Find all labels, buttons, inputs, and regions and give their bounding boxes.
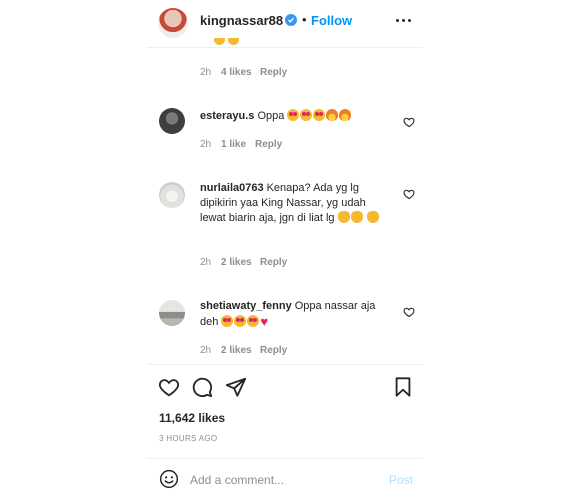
post-panel: kingnassar88 • Follow 2h 4 likes Reply e…: [147, 0, 423, 500]
divider: [147, 364, 423, 365]
clapping-hands-emoji-icon: [366, 211, 379, 223]
post-header: kingnassar88 • Follow: [147, 0, 423, 48]
heart-outline-icon[interactable]: [158, 376, 180, 398]
comment-likes[interactable]: 2 likes: [221, 345, 252, 356]
like-comment-heart-icon[interactable]: [403, 306, 415, 318]
clapping-hands-emoji-icon: [337, 211, 350, 223]
comment-time: 2h: [200, 345, 212, 356]
comment-body: shetiawaty_fenny Oppa nassar aja deh ♥: [200, 299, 390, 330]
reply-button[interactable]: Reply: [260, 257, 287, 268]
more-options-icon[interactable]: [395, 14, 413, 28]
comment-time: 2h: [200, 139, 212, 150]
comment-body: esterayu.s Oppa: [200, 109, 390, 124]
post-action-bar: [147, 376, 423, 400]
heart-eyes-emoji-icon: [313, 109, 326, 121]
follow-button[interactable]: Follow: [311, 13, 352, 28]
clapping-hands-emoji-icon: [350, 211, 363, 223]
reply-button[interactable]: Reply: [260, 345, 287, 356]
post-like-count[interactable]: 11,642 likes: [159, 411, 225, 425]
reply-button[interactable]: Reply: [255, 139, 282, 150]
emoji-icon: [228, 38, 239, 45]
post-timestamp[interactable]: 3 HOURS AGO: [159, 434, 217, 443]
bookmark-icon[interactable]: [392, 376, 414, 398]
comment-likes[interactable]: 2 likes: [221, 257, 252, 268]
heart-eyes-emoji-icon: [247, 315, 260, 327]
previous-comment-tail: [200, 38, 260, 48]
comment-bubble-icon[interactable]: [191, 376, 213, 398]
heart-eyes-emoji-icon: [300, 109, 313, 121]
comment-text: Oppa: [257, 110, 285, 122]
post-comment-button[interactable]: Post: [389, 473, 413, 487]
red-heart-emoji-icon: ♥: [260, 314, 269, 329]
comment-username[interactable]: nurlaila0763: [200, 182, 264, 194]
add-comment-bar: Post: [147, 458, 423, 500]
comment-meta: 2h 2 likes Reply: [200, 345, 400, 359]
comment-meta: 2h 2 likes Reply: [200, 257, 400, 271]
heart-eyes-emoji-icon: [287, 109, 300, 121]
like-comment-heart-icon[interactable]: [403, 188, 415, 200]
post-author-username[interactable]: kingnassar88: [200, 13, 283, 28]
avatar[interactable]: [159, 108, 185, 134]
comment-likes[interactable]: 4 likes: [221, 67, 252, 78]
fire-emoji-icon: [326, 109, 339, 121]
emoji-icon: [214, 38, 225, 45]
heart-eyes-emoji-icon: [221, 315, 234, 327]
verified-badge-icon: [285, 14, 297, 26]
comment-username[interactable]: esterayu.s: [200, 110, 254, 122]
avatar[interactable]: [158, 8, 188, 38]
avatar[interactable]: [159, 182, 185, 208]
comment-username[interactable]: shetiawaty_fenny: [200, 300, 292, 312]
comment-body: nurlaila0763 Kenapa? Ada yg lg dipikirin …: [200, 181, 390, 226]
comment-meta: 2h 1 like Reply: [200, 139, 400, 153]
reply-button[interactable]: Reply: [260, 67, 287, 78]
comment-time: 2h: [200, 67, 212, 78]
separator-dot: •: [302, 12, 307, 27]
add-comment-input[interactable]: [190, 471, 380, 489]
comment-time: 2h: [200, 257, 212, 268]
previous-comment-meta: 2h 4 likes Reply: [200, 67, 400, 81]
paper-plane-icon[interactable]: [225, 376, 247, 398]
comment-likes[interactable]: 1 like: [221, 139, 246, 150]
smiley-icon[interactable]: [159, 469, 179, 489]
avatar[interactable]: [159, 300, 185, 326]
fire-emoji-icon: [339, 109, 352, 121]
like-comment-heart-icon[interactable]: [403, 116, 415, 128]
heart-eyes-emoji-icon: [234, 315, 247, 327]
